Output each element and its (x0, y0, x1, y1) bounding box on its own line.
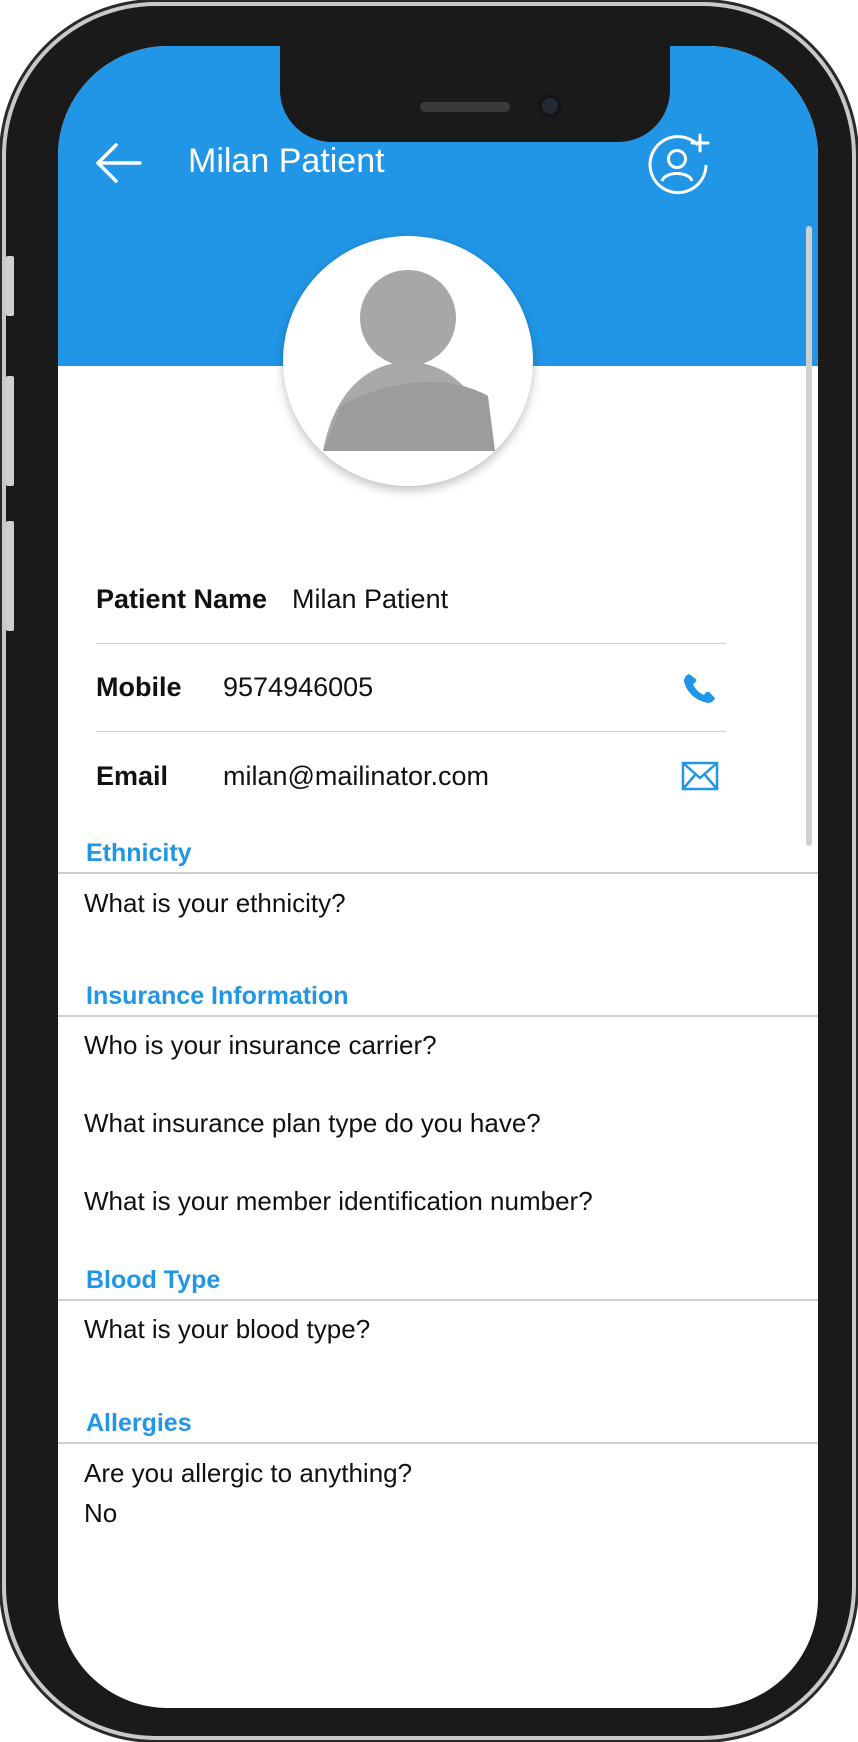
patient-name-row: Patient Name Milan Patient (96, 556, 726, 644)
call-button[interactable] (680, 670, 720, 706)
scrollbar[interactable] (806, 226, 812, 846)
add-user-button[interactable] (648, 131, 712, 195)
screen: Milan Patient Patient Name Milan Patient… (58, 46, 818, 1708)
back-button[interactable] (92, 141, 144, 185)
question-insurance-plan-type[interactable]: What insurance plan type do you have? (84, 1108, 541, 1139)
patient-name-label: Patient Name (96, 584, 268, 614)
section-ethnicity-title: Ethnicity (86, 839, 192, 867)
section-insurance-title: Insurance Information (86, 982, 349, 1010)
answer-allergies: No (84, 1498, 118, 1528)
question-blood-type[interactable]: What is your blood type? (84, 1314, 370, 1345)
arrow-left-icon (96, 143, 142, 183)
mobile-row: Mobile 9574946005 (96, 644, 726, 732)
section-blood-type-title: Blood Type (86, 1266, 221, 1294)
mail-icon (681, 761, 719, 791)
default-avatar-icon (323, 270, 495, 451)
section-divider (58, 1299, 818, 1301)
speaker-grille (420, 102, 510, 112)
email-button[interactable] (680, 758, 720, 794)
mobile-label: Mobile (96, 672, 182, 702)
volume-up-button (6, 376, 14, 486)
question-allergies[interactable]: Are you allergic to anything? (84, 1458, 412, 1489)
section-divider (58, 1015, 818, 1017)
front-camera (538, 94, 562, 118)
volume-down-button (6, 521, 14, 631)
mute-switch (6, 256, 14, 316)
email-value: milan@mailinator.com (223, 760, 489, 791)
section-divider (58, 1442, 818, 1444)
page-title: Milan Patient (188, 142, 385, 180)
mobile-value: 9574946005 (223, 672, 374, 702)
question-insurance-carrier[interactable]: Who is your insurance carrier? (84, 1030, 437, 1061)
phone-frame: Milan Patient Patient Name Milan Patient… (6, 6, 852, 1736)
section-allergies-title: Allergies (86, 1409, 192, 1437)
patient-name-value: Milan Patient (292, 584, 449, 614)
email-label: Email (96, 760, 169, 791)
email-row: Email milan@mailinator.com (96, 732, 726, 820)
question-ethnicity[interactable]: What is your ethnicity? (84, 888, 346, 919)
phone-icon (684, 674, 715, 703)
add-user-icon (648, 133, 710, 195)
avatar[interactable] (283, 236, 533, 486)
question-member-id[interactable]: What is your member identification numbe… (84, 1186, 593, 1217)
notch (280, 46, 670, 142)
section-divider (58, 872, 818, 874)
